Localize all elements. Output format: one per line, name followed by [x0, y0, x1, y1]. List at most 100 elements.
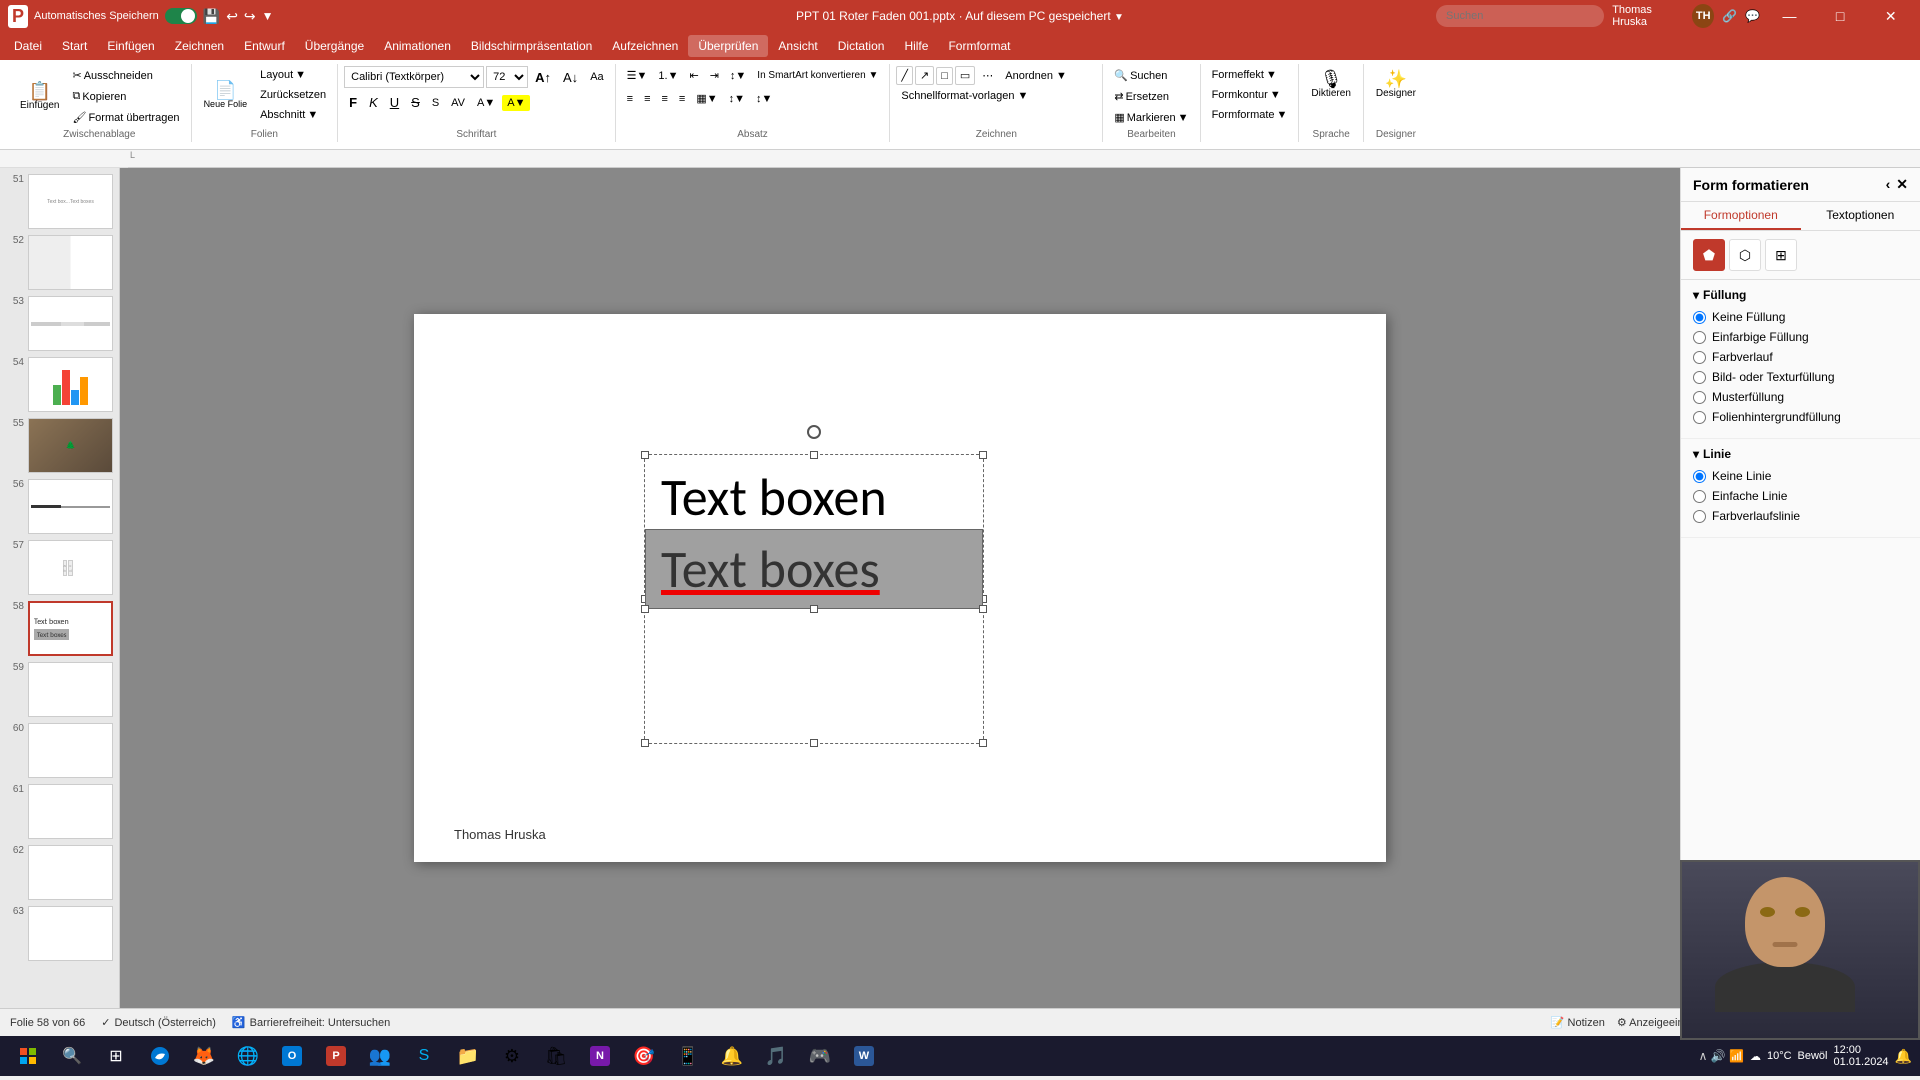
fill-section-title[interactable]: ▾ Füllung: [1693, 288, 1908, 302]
line-section-title[interactable]: ▾ Linie: [1693, 447, 1908, 461]
taskview-button[interactable]: ⊞: [96, 1038, 136, 1074]
fill-option-none[interactable]: Keine Füllung: [1693, 310, 1908, 324]
suchen-button[interactable]: 🔍 Suchen: [1109, 66, 1193, 85]
fill-option-pattern[interactable]: Musterfüllung: [1693, 390, 1908, 404]
numbered-list-button[interactable]: 1.▼: [653, 67, 683, 85]
font-name-select[interactable]: Calibri (Textkörper): [344, 66, 484, 88]
strikethrough-button[interactable]: S: [406, 92, 425, 113]
copy-button[interactable]: ⧉ Kopieren: [67, 87, 184, 106]
cut-button[interactable]: ✂ Ausschneiden: [67, 66, 184, 85]
italic-button[interactable]: K: [364, 92, 383, 113]
comments-icon[interactable]: 💬: [1745, 9, 1760, 23]
panel-3d-icon-btn[interactable]: ⊞: [1765, 239, 1797, 271]
panel-close-icon[interactable]: ✕: [1896, 176, 1908, 193]
designer-button[interactable]: ✨ Designer: [1370, 66, 1422, 103]
toolbar-more-icon[interactable]: ▼: [262, 9, 274, 23]
fill-solid-radio[interactable]: [1693, 331, 1706, 344]
fill-pattern-radio[interactable]: [1693, 391, 1706, 404]
columns-button[interactable]: ▦▼: [691, 89, 722, 108]
line-none-radio[interactable]: [1693, 470, 1706, 483]
file-manager-button[interactable]: 📁: [448, 1038, 488, 1074]
text-align-button[interactable]: ↕▼: [751, 90, 777, 108]
highlight-button[interactable]: A▼: [502, 95, 530, 111]
close-button[interactable]: ✕: [1869, 0, 1912, 32]
line-solid-radio[interactable]: [1693, 490, 1706, 503]
slide-thumb-61[interactable]: 61: [4, 782, 115, 841]
fill-option-solid[interactable]: Einfarbige Füllung: [1693, 330, 1908, 344]
align-right-button[interactable]: ≡: [657, 90, 673, 108]
app16-button[interactable]: 🔔: [712, 1038, 752, 1074]
handle-tr[interactable]: [979, 451, 987, 459]
increase-font-button[interactable]: A↑: [530, 67, 556, 88]
tab-formoptionen[interactable]: Formoptionen: [1681, 202, 1801, 230]
decrease-font-button[interactable]: A↓: [558, 67, 583, 88]
handle-tm[interactable]: [810, 451, 818, 459]
justify-button[interactable]: ≡: [674, 90, 690, 108]
toolbar-save-icon[interactable]: 💾: [203, 8, 220, 25]
align-center-button[interactable]: ≡: [639, 90, 655, 108]
slide-thumb-52[interactable]: 52: [4, 233, 115, 292]
notification-btn[interactable]: 🔔: [1895, 1048, 1912, 1065]
autosave-toggle[interactable]: [165, 8, 197, 24]
app18-button[interactable]: 🎮: [800, 1038, 840, 1074]
teams-button[interactable]: 👥: [360, 1038, 400, 1074]
panel-fill-icon-btn[interactable]: ⬟: [1693, 239, 1725, 271]
line-option-none[interactable]: Keine Linie: [1693, 469, 1908, 483]
formeffekt-button[interactable]: Formeffekt ▼: [1207, 66, 1293, 84]
increase-indent-button[interactable]: ⇥: [705, 66, 724, 85]
chrome-button[interactable]: 🌐: [228, 1038, 268, 1074]
arrow-tool[interactable]: ↗: [915, 66, 934, 85]
slide-thumb-51[interactable]: 51 Text box... Text boxes: [4, 172, 115, 231]
bold-button[interactable]: F: [344, 92, 362, 113]
text-top[interactable]: Text boxen: [645, 455, 983, 529]
rounded-rect-tool[interactable]: ▭: [955, 66, 975, 85]
maximize-button[interactable]: □: [1819, 0, 1862, 32]
fill-slidebg-radio[interactable]: [1693, 411, 1706, 424]
search-input[interactable]: [1436, 5, 1604, 27]
shapes-more[interactable]: ⋯: [977, 66, 998, 85]
clear-format-button[interactable]: Aa: [585, 68, 608, 86]
formkontur-button[interactable]: Formkontur ▼: [1207, 86, 1293, 104]
app15-button[interactable]: 📱: [668, 1038, 708, 1074]
fill-option-gradient[interactable]: Farbverlauf: [1693, 350, 1908, 364]
menu-ueberpruefen[interactable]: Überprüfen: [688, 35, 768, 57]
store-button[interactable]: 🛍: [536, 1038, 576, 1074]
line-option-gradient[interactable]: Farbverlaufslinie: [1693, 509, 1908, 523]
firefox-button[interactable]: 🦊: [184, 1038, 224, 1074]
decrease-indent-button[interactable]: ⇤: [684, 66, 703, 85]
quick-styles-button[interactable]: Schnellformat-vorlagen ▼: [896, 87, 1033, 105]
slide-thumb-55[interactable]: 55 🌲: [4, 416, 115, 475]
handle-tl[interactable]: [641, 451, 649, 459]
menu-uebergaenge[interactable]: Übergänge: [295, 35, 374, 57]
font-color-button[interactable]: A▼: [472, 94, 500, 112]
toolbar-undo-icon[interactable]: ↩: [226, 8, 238, 25]
arrange-button[interactable]: Anordnen ▼: [1000, 67, 1072, 85]
fill-option-slide-bg[interactable]: Folienhintergrundfüllung: [1693, 410, 1908, 424]
panel-shape-icon-btn[interactable]: ⬡: [1729, 239, 1761, 271]
convert-smartart-button[interactable]: In SmartArt konvertieren ▼: [752, 67, 883, 84]
share-icon[interactable]: 🔗: [1722, 9, 1737, 23]
outlook-button[interactable]: O: [272, 1038, 312, 1074]
slide-panel[interactable]: 51 Text box... Text boxes 52 53: [0, 168, 120, 1008]
text-direction-button[interactable]: ↕▼: [725, 67, 751, 85]
rect-tool[interactable]: □: [936, 67, 953, 85]
slide-thumb-59[interactable]: 59: [4, 660, 115, 719]
spacing-button[interactable]: AV: [446, 94, 470, 112]
line-gradient-radio[interactable]: [1693, 510, 1706, 523]
settings-taskbar-button[interactable]: ⚙: [492, 1038, 532, 1074]
notes-button[interactable]: 📝 Notizen: [1551, 1016, 1605, 1029]
layout-button[interactable]: Layout ▼: [255, 66, 331, 84]
accessibility-status[interactable]: ♿ Barrierefreiheit: Untersuchen: [232, 1016, 390, 1029]
menu-hilfe[interactable]: Hilfe: [894, 35, 938, 57]
line-tool[interactable]: ╱: [896, 66, 913, 85]
rotate-handle[interactable]: [807, 425, 821, 439]
slide-thumb-53[interactable]: 53: [4, 294, 115, 353]
text-bottom-box[interactable]: Text boxes: [645, 529, 983, 609]
menu-animationen[interactable]: Animationen: [374, 35, 461, 57]
panel-back-icon[interactable]: ‹: [1886, 176, 1891, 193]
menu-zeichnen[interactable]: Zeichnen: [165, 35, 234, 57]
formformate-button[interactable]: Formformate ▼: [1207, 106, 1293, 124]
markieren-button[interactable]: ▦ Markieren ▼: [1109, 108, 1193, 127]
language-status[interactable]: ✓ Deutsch (Österreich): [101, 1016, 216, 1029]
slide-thumb-58[interactable]: 58 Text boxen Text boxes: [4, 599, 115, 658]
